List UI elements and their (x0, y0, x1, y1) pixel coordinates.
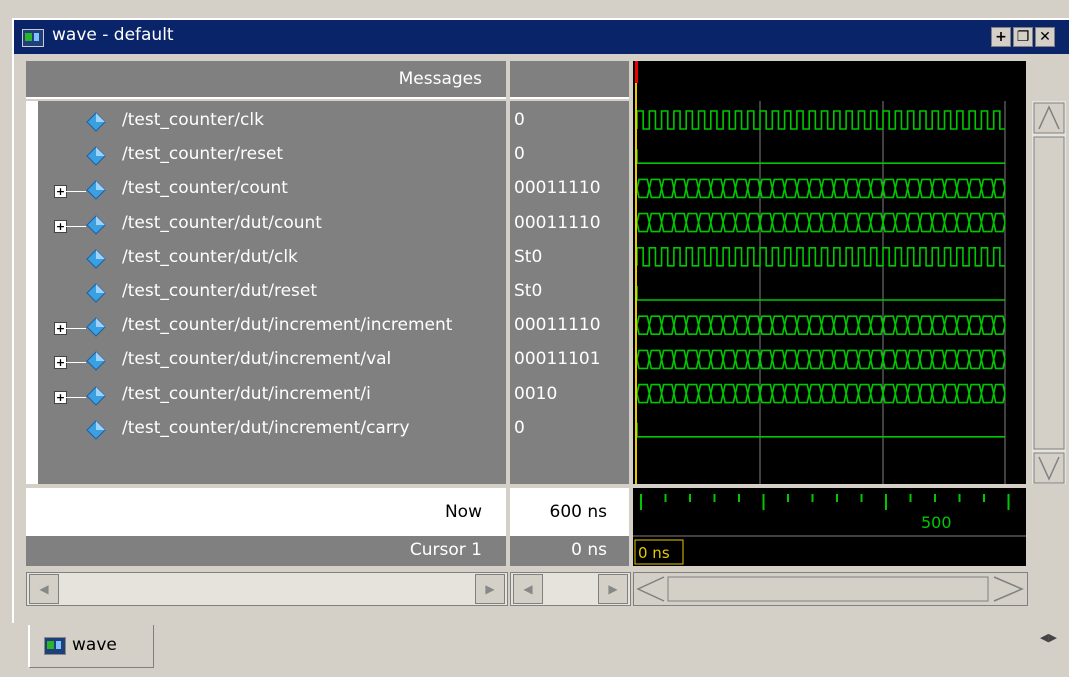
signal-value: 0 (514, 144, 525, 165)
signal-diamond-icon (86, 283, 106, 303)
signal-diamond-icon (86, 317, 106, 337)
wave-window-icon (22, 29, 44, 47)
vertical-scrollbar[interactable] (1030, 101, 1068, 484)
cursor-label: Cursor 1 (409, 540, 482, 560)
signal-value: 00011110 (514, 315, 601, 336)
signal-diamond-icon (86, 420, 106, 440)
signal-row[interactable]: /test_counter/dut/increment/carry (26, 415, 506, 445)
waveform-trace (636, 383, 1006, 404)
signal-row[interactable]: /test_counter/dut/reset (26, 278, 506, 308)
signal-name: /test_counter/count (122, 178, 288, 199)
waves-scroll-thumb (667, 576, 989, 602)
signal-name: /test_counter/dut/reset (122, 281, 318, 301)
window-title: wave - default (52, 25, 174, 45)
tab-wave-label: wave (72, 635, 117, 655)
signal-diamond-icon (86, 385, 106, 406)
tree-connector (66, 396, 86, 398)
values-scroll-left-button[interactable]: ◀ (513, 574, 543, 604)
tab-scroll-arrows[interactable]: ◀▶ (1040, 631, 1057, 644)
values-scroll-right-button[interactable]: ▶ (598, 574, 628, 604)
signal-row[interactable]: /test_counter/reset (26, 141, 506, 171)
close-button[interactable]: ✕ (1035, 27, 1055, 47)
wave-tab-icon (44, 637, 66, 655)
values-header (510, 61, 629, 99)
names-scroll-left-button[interactable]: ◀ (29, 574, 59, 604)
signal-name: /test_counter/dut/clk (122, 246, 298, 267)
waves-hscrollbar[interactable] (633, 572, 1028, 606)
messages-label: Messages (398, 69, 482, 89)
now-label: Now (444, 502, 482, 522)
signal-row[interactable]: +/test_counter/dut/increment/i (26, 381, 506, 411)
values-hscrollbar[interactable]: ◀ ▶ (510, 572, 631, 606)
signal-value: 00011101 (514, 349, 601, 370)
vertical-scroll-thumb (1033, 136, 1065, 450)
signal-name: /test_counter/dut/count (122, 212, 322, 233)
cursor-row[interactable]: Cursor 1 (26, 536, 506, 566)
tree-connector (66, 362, 86, 364)
waveform-trace (636, 315, 1006, 335)
signal-diamond-icon (86, 351, 106, 372)
signal-row[interactable]: /test_counter/dut/clk (26, 244, 506, 274)
signal-row[interactable]: +/test_counter/dut/count (26, 210, 506, 240)
names-scroll-right-button[interactable]: ▶ (475, 574, 505, 604)
signal-row[interactable]: /test_counter/clk (26, 107, 506, 137)
waveform-trace (636, 212, 1006, 233)
cursor-value-cell: 0 ns (510, 536, 629, 566)
now-value-cell: 600 ns (510, 488, 629, 536)
signal-name: /test_counter/dut/increment/carry (122, 417, 410, 438)
waveform-trace (636, 422, 1005, 438)
signal-value: 0010 (514, 383, 558, 404)
time-ruler[interactable]: 500 0 ns (633, 488, 1026, 566)
waveform-trace (636, 149, 1005, 164)
signal-diamond-icon (86, 146, 106, 166)
tree-connector (66, 328, 86, 330)
now-row: Now (26, 488, 506, 536)
names-hscrollbar[interactable]: ◀ ▶ (26, 572, 508, 606)
cursor-head-marker (635, 61, 638, 83)
value-list: 0 0 00011110 00011110 St0 St0 00011110 00011101… (510, 101, 629, 484)
messages-header: Messages (26, 61, 506, 99)
signal-name: /test_counter/clk (122, 110, 264, 130)
signal-diamond-icon (86, 249, 106, 269)
waves-scroll-right-icon (993, 576, 1024, 602)
waveform-trace (636, 286, 1005, 301)
cursor-value: 0 ns (571, 540, 607, 560)
signal-row[interactable]: +/test_counter/dut/increment/increment (26, 312, 506, 342)
dock-button[interactable]: + (991, 27, 1011, 47)
waveform-trace (636, 110, 1005, 130)
restore-button[interactable]: ❐ (1013, 27, 1033, 47)
waveform-pane[interactable] (633, 61, 1026, 484)
timeline-500-label: 500 (921, 513, 952, 532)
tree-connector (66, 191, 86, 193)
signal-value: 00011110 (514, 212, 601, 233)
waveform-trace (636, 178, 1006, 199)
title-bar[interactable]: wave - default + ❐ ✕ (14, 20, 1069, 54)
waveform-trace (636, 349, 1006, 370)
signal-diamond-icon (86, 214, 106, 235)
signal-row[interactable]: +/test_counter/count (26, 175, 506, 205)
signal-name: /test_counter/dut/increment/increment (122, 315, 453, 336)
signal-diamond-icon (86, 180, 106, 201)
signal-row[interactable]: +/test_counter/dut/increment/val (26, 346, 506, 376)
signal-name: /test_counter/reset (122, 144, 284, 165)
signal-name: /test_counter/dut/increment/val (122, 349, 392, 370)
signal-value: 0 (514, 110, 525, 130)
signal-name: /test_counter/dut/increment/i (122, 383, 371, 404)
cursor-time-label: 0 ns (638, 544, 670, 562)
waveform-trace (636, 247, 1005, 267)
now-value: 600 ns (549, 502, 607, 522)
signal-value: 00011110 (514, 178, 601, 199)
signal-value: St0 (514, 281, 543, 301)
tree-connector (66, 225, 86, 227)
signal-value: 0 (514, 417, 525, 438)
waves-scroll-left-icon (636, 576, 665, 602)
tab-wave[interactable]: wave (28, 625, 154, 668)
signal-list[interactable]: /test_counter/clk/test_counter/reset +/te… (26, 101, 506, 484)
signal-value: St0 (514, 246, 543, 267)
signal-diamond-icon (86, 112, 106, 132)
